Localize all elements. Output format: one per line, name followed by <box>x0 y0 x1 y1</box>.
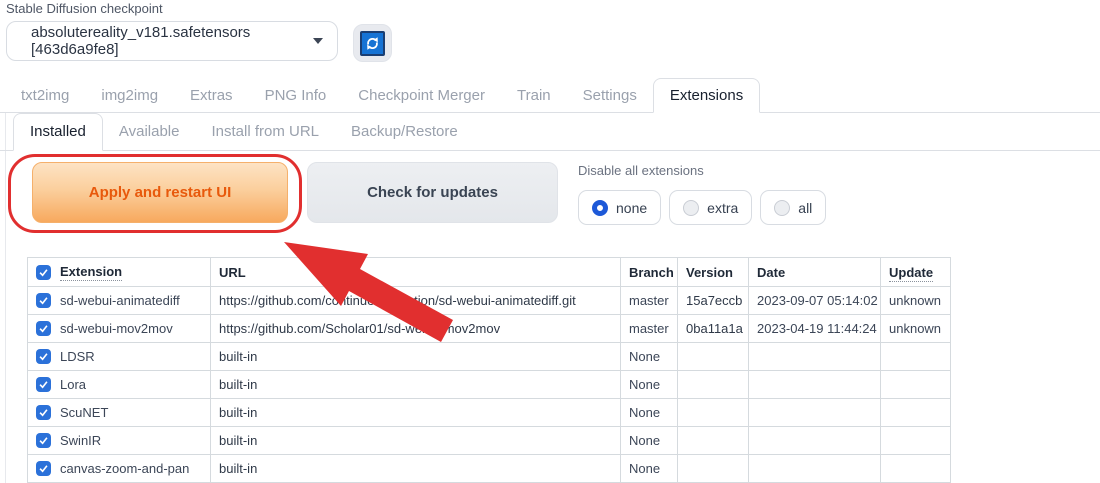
radio-none[interactable]: none <box>578 190 661 225</box>
extensions-sub-tab-bar: Installed Available Install from URL Bac… <box>0 113 1100 151</box>
column-header-branch: Branch <box>621 258 678 287</box>
subtab-backup-restore[interactable]: Backup/Restore <box>335 114 474 150</box>
table-row: sd-webui-animatediff https://github.com/… <box>28 287 951 315</box>
column-header-url: URL <box>211 258 621 287</box>
table-row: canvas-zoom-and-pan built-in None <box>28 455 951 483</box>
subtab-available[interactable]: Available <box>103 114 196 150</box>
row-checkbox[interactable] <box>36 349 51 364</box>
tab-png-info[interactable]: PNG Info <box>249 79 343 112</box>
extensions-table: Extension URL Branch Version Date Update… <box>27 257 951 483</box>
radio-unselected-icon <box>683 200 699 216</box>
tab-img2img[interactable]: img2img <box>85 79 174 112</box>
select-all-checkbox[interactable] <box>36 265 51 280</box>
check-for-updates-button[interactable]: Check for updates <box>307 162 558 223</box>
table-row: SwinIR built-in None <box>28 427 951 455</box>
subtab-install-from-url[interactable]: Install from URL <box>195 114 335 150</box>
refresh-icon <box>360 31 385 56</box>
row-checkbox[interactable] <box>36 405 51 420</box>
column-header-date: Date <box>749 258 881 287</box>
tab-extras[interactable]: Extras <box>174 79 249 112</box>
table-row: sd-webui-mov2mov https://github.com/Scho… <box>28 315 951 343</box>
table-row: Lora built-in None <box>28 371 951 399</box>
radio-unselected-icon <box>774 200 790 216</box>
row-checkbox[interactable] <box>36 461 51 476</box>
radio-all[interactable]: all <box>760 190 826 225</box>
tab-checkpoint-merger[interactable]: Checkpoint Merger <box>342 79 501 112</box>
radio-extra[interactable]: extra <box>669 190 752 225</box>
disable-all-extensions-label: Disable all extensions <box>578 163 704 178</box>
chevron-down-icon <box>313 38 323 44</box>
checkpoint-value: absolutereality_v181.safetensors [463d6a… <box>31 24 313 58</box>
table-header-row: Extension URL Branch Version Date Update <box>28 258 951 287</box>
tab-extensions[interactable]: Extensions <box>653 78 760 113</box>
tab-txt2img[interactable]: txt2img <box>5 79 85 112</box>
subtab-installed[interactable]: Installed <box>13 113 103 151</box>
tab-train[interactable]: Train <box>501 79 567 112</box>
column-header-update: Update <box>889 265 933 282</box>
column-header-extension: Extension <box>60 264 122 281</box>
table-row: ScuNET built-in None <box>28 399 951 427</box>
checkpoint-dropdown[interactable]: absolutereality_v181.safetensors [463d6a… <box>6 21 338 61</box>
row-checkbox[interactable] <box>36 293 51 308</box>
table-row: LDSR built-in None <box>28 343 951 371</box>
disable-all-radio-group: none extra all <box>578 190 826 225</box>
main-tab-bar: txt2img img2img Extras PNG Info Checkpoi… <box>0 78 1100 113</box>
column-header-version: Version <box>678 258 749 287</box>
row-checkbox[interactable] <box>36 433 51 448</box>
row-checkbox[interactable] <box>36 321 51 336</box>
checkpoint-label: Stable Diffusion checkpoint <box>6 1 163 16</box>
refresh-checkpoint-button[interactable] <box>353 24 392 62</box>
row-checkbox[interactable] <box>36 377 51 392</box>
tab-settings[interactable]: Settings <box>567 79 653 112</box>
apply-and-restart-button[interactable]: Apply and restart UI <box>32 162 288 223</box>
content-panel-border <box>5 113 6 483</box>
radio-selected-icon <box>592 200 608 216</box>
